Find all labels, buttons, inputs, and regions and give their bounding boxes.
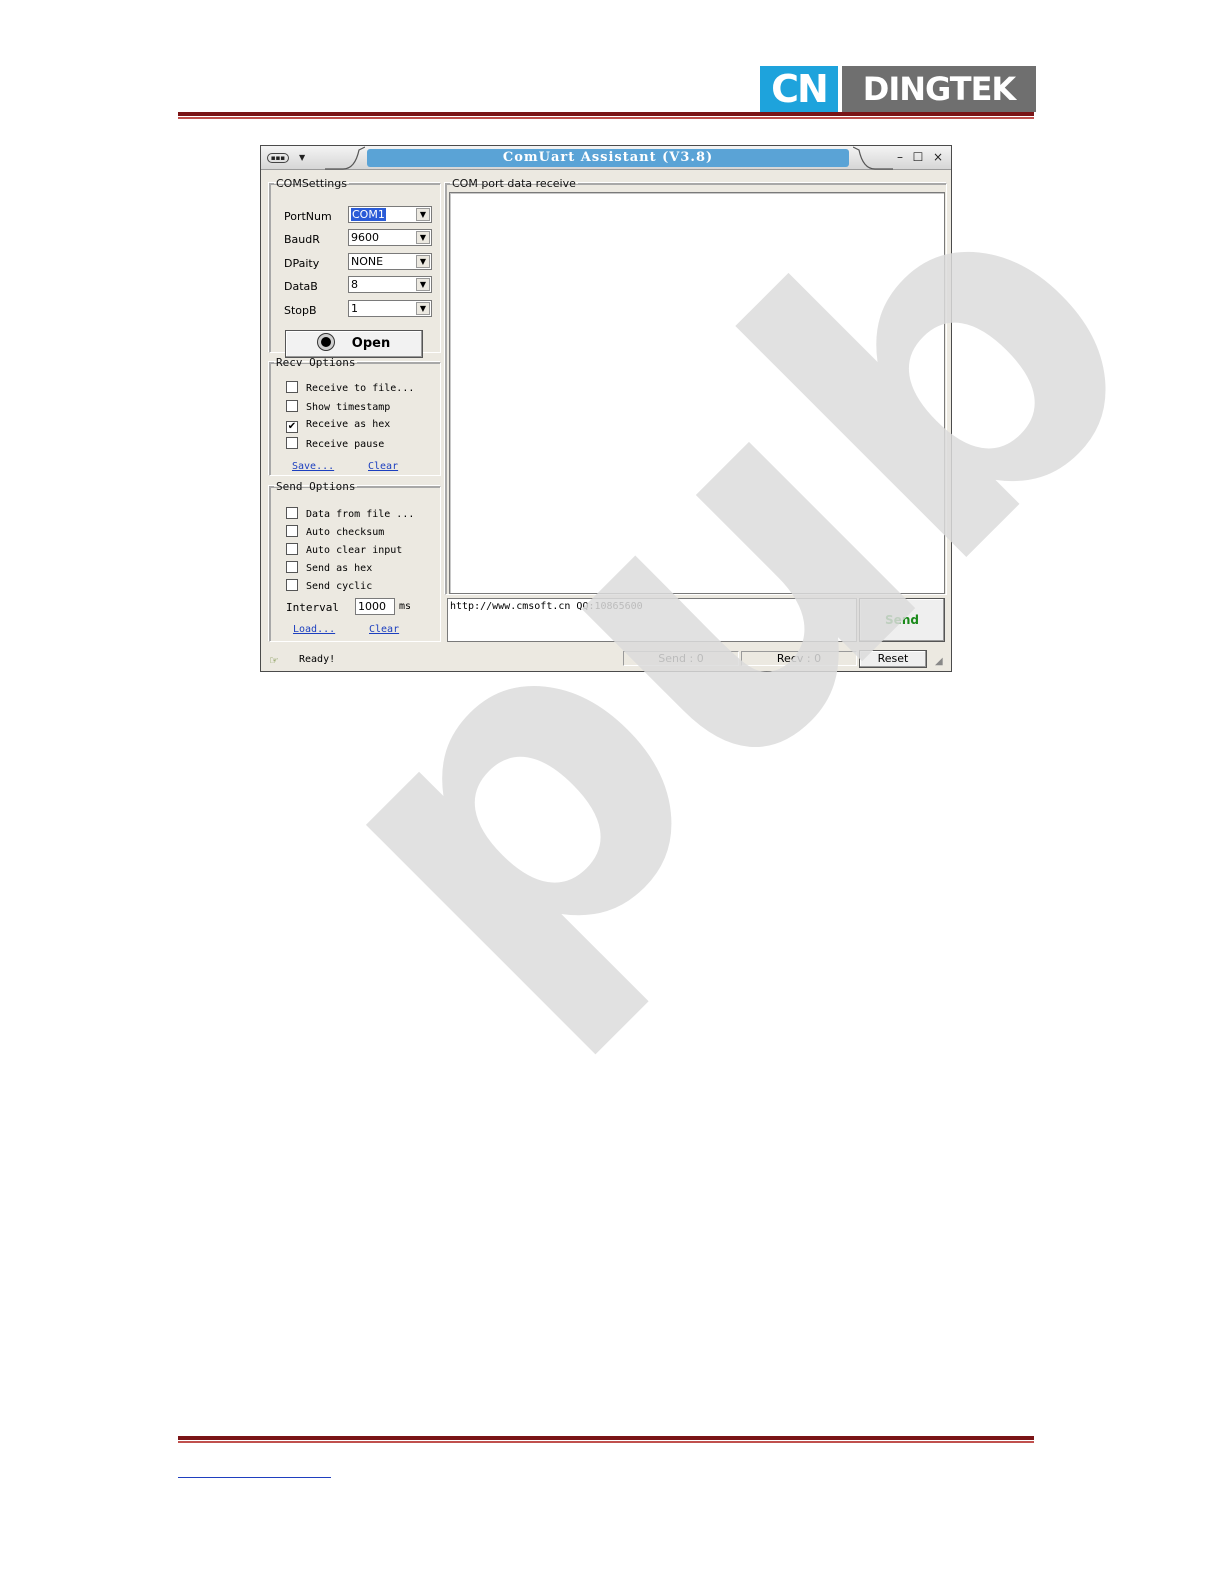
interval-unit: ms: [399, 601, 412, 612]
datab-value: 8: [351, 278, 358, 291]
dingtek-logo: CN DINGTEK: [760, 66, 1036, 112]
recv-clear-link[interactable]: Clear: [368, 461, 398, 472]
datab-select[interactable]: 8 ▼: [348, 276, 432, 293]
receive-pause-label: Receive pause: [306, 439, 385, 450]
recv-counter: Recv : 0: [741, 651, 857, 666]
status-text: Ready!: [299, 654, 336, 665]
save-link[interactable]: Save...: [292, 461, 334, 472]
status-bar: ☞ Ready! Send : 0 Recv : 0 Reset ◢: [261, 648, 951, 671]
data-from-file-label: Data from file ...: [306, 509, 415, 520]
chevron-down-icon[interactable]: ▼: [416, 231, 430, 244]
receive-textarea[interactable]: [449, 192, 945, 594]
receive-as-hex-checkbox[interactable]: ✔ Receive as hex: [286, 418, 391, 433]
send-input[interactable]: http://www.cmsoft.cn QQ:10865600: [447, 598, 857, 642]
serial-plug-icon: ▪▪▪: [267, 153, 289, 163]
send-cyclic-label: Send cyclic: [306, 581, 373, 592]
data-from-file-checkbox[interactable]: Data from file ...: [286, 507, 414, 521]
checkbox-box[interactable]: [286, 579, 298, 591]
window-title: ComUart Assistant (V3.8): [367, 149, 849, 167]
recv-options-group: Recv Options Receive to file... Show tim…: [269, 356, 441, 476]
send-as-hex-label: Send as hex: [306, 563, 373, 574]
receive-as-hex-label: Receive as hex: [306, 419, 391, 430]
send-clear-link[interactable]: Clear: [369, 624, 399, 635]
footer-link-underline[interactable]: [178, 1477, 331, 1478]
open-port-button[interactable]: Open: [285, 330, 423, 358]
close-icon[interactable]: ×: [931, 150, 945, 164]
checkbox-box[interactable]: [286, 543, 298, 555]
port-status-icon: [317, 334, 334, 350]
checkbox-box[interactable]: [286, 381, 298, 393]
receive-pause-checkbox[interactable]: Receive pause: [286, 437, 384, 451]
send-options-legend: Send Options: [276, 480, 356, 493]
checkbox-box[interactable]: [286, 400, 298, 412]
show-timestamp-label: Show timestamp: [306, 402, 391, 413]
receive-panel-legend: COM port data receive: [452, 177, 576, 190]
checkbox-box[interactable]: [286, 525, 298, 537]
chevron-down-icon[interactable]: ▼: [416, 255, 430, 268]
load-link[interactable]: Load...: [293, 624, 335, 635]
logo-cn: CN: [760, 66, 838, 112]
minimize-icon[interactable]: –: [893, 150, 907, 164]
send-button[interactable]: Send: [859, 598, 945, 642]
portnum-value: COM1: [351, 208, 386, 221]
comuart-window: ▪▪▪ ▼ ComUart Assistant (V3.8) – ☐ × COMS…: [260, 145, 952, 672]
stopb-select[interactable]: 1 ▼: [348, 300, 432, 317]
system-menu[interactable]: ▪▪▪ ▼: [267, 151, 315, 165]
auto-clear-input-label: Auto clear input: [306, 545, 403, 556]
interval-input[interactable]: 1000: [355, 598, 395, 615]
header-rule: [178, 112, 1034, 116]
footer-rule-thin: [178, 1441, 1034, 1443]
receive-to-file-label: Receive to file...: [306, 383, 415, 394]
stopb-value: 1: [351, 302, 358, 315]
chevron-down-icon[interactable]: ▼: [416, 278, 430, 291]
portnum-label: PortNum: [284, 210, 332, 223]
auto-checksum-checkbox[interactable]: Auto checksum: [286, 525, 384, 539]
send-options-group: Send Options Data from file ... Auto che…: [269, 480, 441, 642]
checkmark-icon[interactable]: ✔: [286, 421, 298, 433]
datab-label: DataB: [284, 280, 318, 293]
send-cyclic-checkbox[interactable]: Send cyclic: [286, 579, 372, 593]
open-label: Open: [351, 336, 391, 351]
chevron-down-icon: ▼: [299, 153, 306, 162]
send-as-hex-checkbox[interactable]: Send as hex: [286, 561, 372, 575]
baudr-select[interactable]: 9600 ▼: [348, 229, 432, 246]
auto-checksum-label: Auto checksum: [306, 527, 385, 538]
recv-options-legend: Recv Options: [276, 356, 356, 369]
header-rule-thin: [178, 117, 1034, 119]
footer-rule: [178, 1436, 1034, 1440]
dpaity-select[interactable]: NONE ▼: [348, 253, 432, 270]
pointing-hand-icon: ☞: [269, 654, 279, 667]
send-counter: Send : 0: [623, 651, 739, 666]
chevron-down-icon[interactable]: ▼: [416, 208, 430, 221]
reset-button[interactable]: Reset: [859, 650, 927, 668]
title-left-curve-icon: [325, 146, 365, 170]
title-right-curve-icon: [853, 146, 893, 170]
receive-to-file-checkbox[interactable]: Receive to file...: [286, 381, 414, 395]
logo-brand: DINGTEK: [842, 66, 1036, 112]
checkbox-box[interactable]: [286, 561, 298, 573]
checkbox-box[interactable]: [286, 437, 298, 449]
portnum-select[interactable]: COM1 ▼: [348, 206, 432, 223]
baudr-label: BaudR: [284, 233, 320, 246]
checkbox-box[interactable]: [286, 507, 298, 519]
dpaity-label: DPaity: [284, 257, 320, 270]
chevron-down-icon[interactable]: ▼: [416, 302, 430, 315]
interval-label: Interval: [286, 601, 339, 614]
dpaity-value: NONE: [351, 255, 384, 268]
show-timestamp-checkbox[interactable]: Show timestamp: [286, 400, 390, 414]
auto-clear-input-checkbox[interactable]: Auto clear input: [286, 543, 402, 557]
com-settings-group: COMSettings PortNum COM1 ▼ BaudR 9600 ▼ …: [269, 177, 441, 358]
stopb-label: StopB: [284, 304, 317, 317]
resize-grip-icon[interactable]: ◢: [935, 656, 949, 670]
baudr-value: 9600: [351, 231, 379, 244]
com-settings-legend: COMSettings: [276, 177, 347, 190]
title-bar[interactable]: ▪▪▪ ▼ ComUart Assistant (V3.8) – ☐ ×: [261, 146, 951, 170]
maximize-icon[interactable]: ☐: [911, 150, 925, 164]
